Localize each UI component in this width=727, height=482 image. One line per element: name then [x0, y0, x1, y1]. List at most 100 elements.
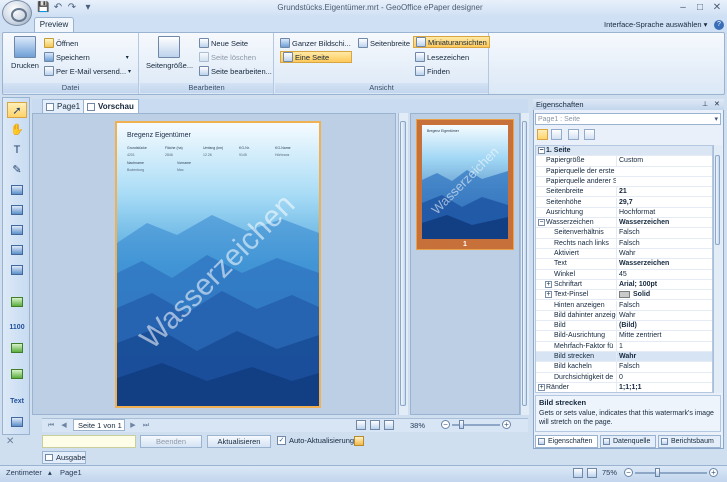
property-row[interactable]: + Text-Pinsel Solid	[536, 290, 712, 301]
property-category[interactable]: −1. Seite	[536, 146, 712, 157]
preview-zoom-knob[interactable]	[459, 420, 464, 429]
property-value[interactable]: Falsch	[616, 238, 712, 249]
property-row[interactable]: Bild (Bild)	[536, 321, 712, 332]
property-row[interactable]: Papiergröße Custom	[536, 156, 712, 167]
collapse-icon[interactable]: −	[538, 219, 545, 227]
output-options-icon[interactable]	[354, 436, 364, 446]
property-row[interactable]: Ausrichtung Hochformat	[536, 207, 712, 219]
property-value[interactable]: Mitte zentriert	[616, 331, 712, 342]
tab-report-tree[interactable]: Berichtsbaum	[658, 435, 721, 448]
view-single-icon[interactable]	[356, 420, 366, 430]
property-row[interactable]: Papierquelle der erste	[536, 167, 712, 177]
status-zoom-out-icon[interactable]: −	[624, 468, 633, 477]
maximize-button[interactable]: □	[693, 1, 707, 14]
status-zoom-slider[interactable]	[635, 472, 707, 474]
tab-properties[interactable]: Eigenschaften	[535, 435, 598, 448]
checkbox-checked-icon[interactable]: ✓	[277, 436, 286, 445]
zoom-out-icon[interactable]: −	[441, 420, 450, 429]
help-icon[interactable]: ?	[714, 20, 724, 30]
alphabetical-icon[interactable]	[551, 129, 562, 140]
band-tool-icon[interactable]	[7, 184, 27, 200]
property-row[interactable]: + Ränder 1;1;1;1	[536, 382, 712, 392]
panel-tool-icon[interactable]	[7, 296, 27, 312]
next-page-icon[interactable]: ▶	[128, 421, 138, 431]
tab-vorschau[interactable]: Vorschau	[83, 99, 139, 113]
expand-icon[interactable]: +	[545, 291, 552, 299]
close-panel-icon[interactable]: ✕	[714, 100, 720, 108]
property-value[interactable]: Wahr	[616, 249, 712, 259]
property-row[interactable]: Winkel 45	[536, 269, 712, 280]
units-chevron-icon[interactable]: ▴	[48, 468, 52, 477]
property-row[interactable]: − Wasserzeichen Wasserzeichen	[536, 218, 712, 229]
brush-tool-icon[interactable]: ✎	[7, 162, 27, 178]
property-row[interactable]: Mehrfach-Faktor fü 1	[536, 341, 712, 352]
tab-output[interactable]: Ausgabe	[42, 451, 86, 464]
property-row[interactable]: Bild kacheln Falsch	[536, 362, 712, 373]
edit-page-button[interactable]: Seite bearbeiten...	[199, 65, 272, 77]
minimize-button[interactable]: –	[676, 1, 690, 14]
units-selector[interactable]: Zentimeter	[6, 468, 42, 477]
property-value[interactable]: Wasserzeichen	[616, 259, 712, 270]
map-tool-icon[interactable]	[7, 342, 27, 358]
hand-tool-icon[interactable]: ✋	[7, 122, 27, 138]
tab-page1[interactable]: Page1	[42, 99, 86, 113]
property-row[interactable]: + Schriftart Arial; 100pt	[536, 279, 712, 291]
view-multi-icon[interactable]	[384, 420, 394, 430]
property-row[interactable]: Seitenverhältnis Falsch	[536, 228, 712, 239]
whole-screen-button[interactable]: Ganzer Bildschi...	[280, 37, 351, 49]
property-row[interactable]: Seitenbreite 21	[536, 187, 712, 198]
page-width-button[interactable]: Seitenbreite	[358, 37, 410, 49]
property-row[interactable]: Rechts nach links Falsch	[536, 238, 712, 249]
property-row[interactable]: Bild-Ausrichtung Mitte zentriert	[536, 331, 712, 342]
undo-icon[interactable]: ↶	[52, 2, 64, 14]
property-row[interactable]: Bild dahinter anzeige Wahr	[536, 310, 712, 322]
property-value[interactable]: (Bild)	[616, 321, 712, 332]
auto-refresh-checkbox[interactable]: ✓ Auto-Aktualisierung	[277, 436, 354, 445]
view-width-icon[interactable]	[370, 420, 380, 430]
bookmarks-button[interactable]: Lesezeichen	[415, 51, 469, 63]
property-value[interactable]: Custom	[616, 156, 712, 167]
property-value[interactable]: Hochformat	[616, 207, 712, 218]
property-value[interactable]: 45	[616, 269, 712, 280]
object-selector[interactable]: Page1 : Seite ▾	[535, 113, 721, 125]
status-view2-icon[interactable]	[587, 468, 597, 478]
prev-page-icon[interactable]: ◀	[59, 421, 69, 431]
status-view-icon[interactable]	[573, 468, 583, 478]
expand-icon[interactable]: +	[538, 383, 545, 391]
property-row[interactable]: Papierquelle anderer S	[536, 177, 712, 188]
number-tool-icon[interactable]: 1100	[7, 318, 27, 334]
zoom-in-icon[interactable]: +	[502, 420, 511, 429]
status-zoom-in-icon[interactable]: +	[709, 468, 718, 477]
property-row[interactable]: Hinten anzeigen Falsch	[536, 300, 712, 311]
first-page-icon[interactable]: ⏮	[46, 421, 56, 431]
property-value[interactable]: Wahr	[616, 352, 712, 362]
new-page-button[interactable]: Neue Seite	[199, 37, 248, 49]
delete-page-button[interactable]: Seite löschen	[199, 51, 256, 63]
scrollbar-thumb[interactable]	[400, 121, 406, 406]
property-value[interactable]: Solid	[616, 290, 712, 301]
save-icon[interactable]: 💾	[37, 2, 49, 14]
page-size-button[interactable]: Seitengröße...	[146, 36, 193, 70]
preview-scrollbar[interactable]	[398, 113, 408, 415]
tools-settings-icon[interactable]: ✕	[6, 436, 14, 447]
map-overview-icon[interactable]	[7, 368, 27, 384]
qat-customize-icon[interactable]: ▾	[82, 2, 94, 14]
categorized-icon[interactable]	[537, 129, 548, 140]
band-footer-icon[interactable]	[7, 244, 27, 260]
text-tool-icon[interactable]: T	[7, 142, 27, 158]
interface-language-menu[interactable]: Interface-Sprache auswählen ▾	[604, 20, 707, 29]
property-value[interactable]: Wahr	[616, 310, 712, 321]
pin-icon[interactable]: ⊥	[702, 100, 708, 108]
redo-icon[interactable]: ↷	[66, 2, 78, 14]
property-row[interactable]: Seitenhöhe 29,7	[536, 197, 712, 208]
open-button[interactable]: Öffnen	[44, 37, 78, 49]
band-header-icon[interactable]	[7, 204, 27, 220]
email-button[interactable]: Per E-Mail versend... ▾	[44, 65, 131, 77]
save-menu-button[interactable]: Speichern ▾	[44, 51, 129, 63]
stop-button[interactable]: Beenden	[140, 435, 202, 448]
thumbnail-scrollbar[interactable]	[520, 113, 529, 415]
band-data-icon[interactable]	[7, 224, 27, 240]
property-value[interactable]: Falsch	[616, 300, 712, 311]
pointer-tool-icon[interactable]: ➚	[7, 102, 27, 118]
refresh-button[interactable]: Aktualisieren	[207, 435, 271, 448]
